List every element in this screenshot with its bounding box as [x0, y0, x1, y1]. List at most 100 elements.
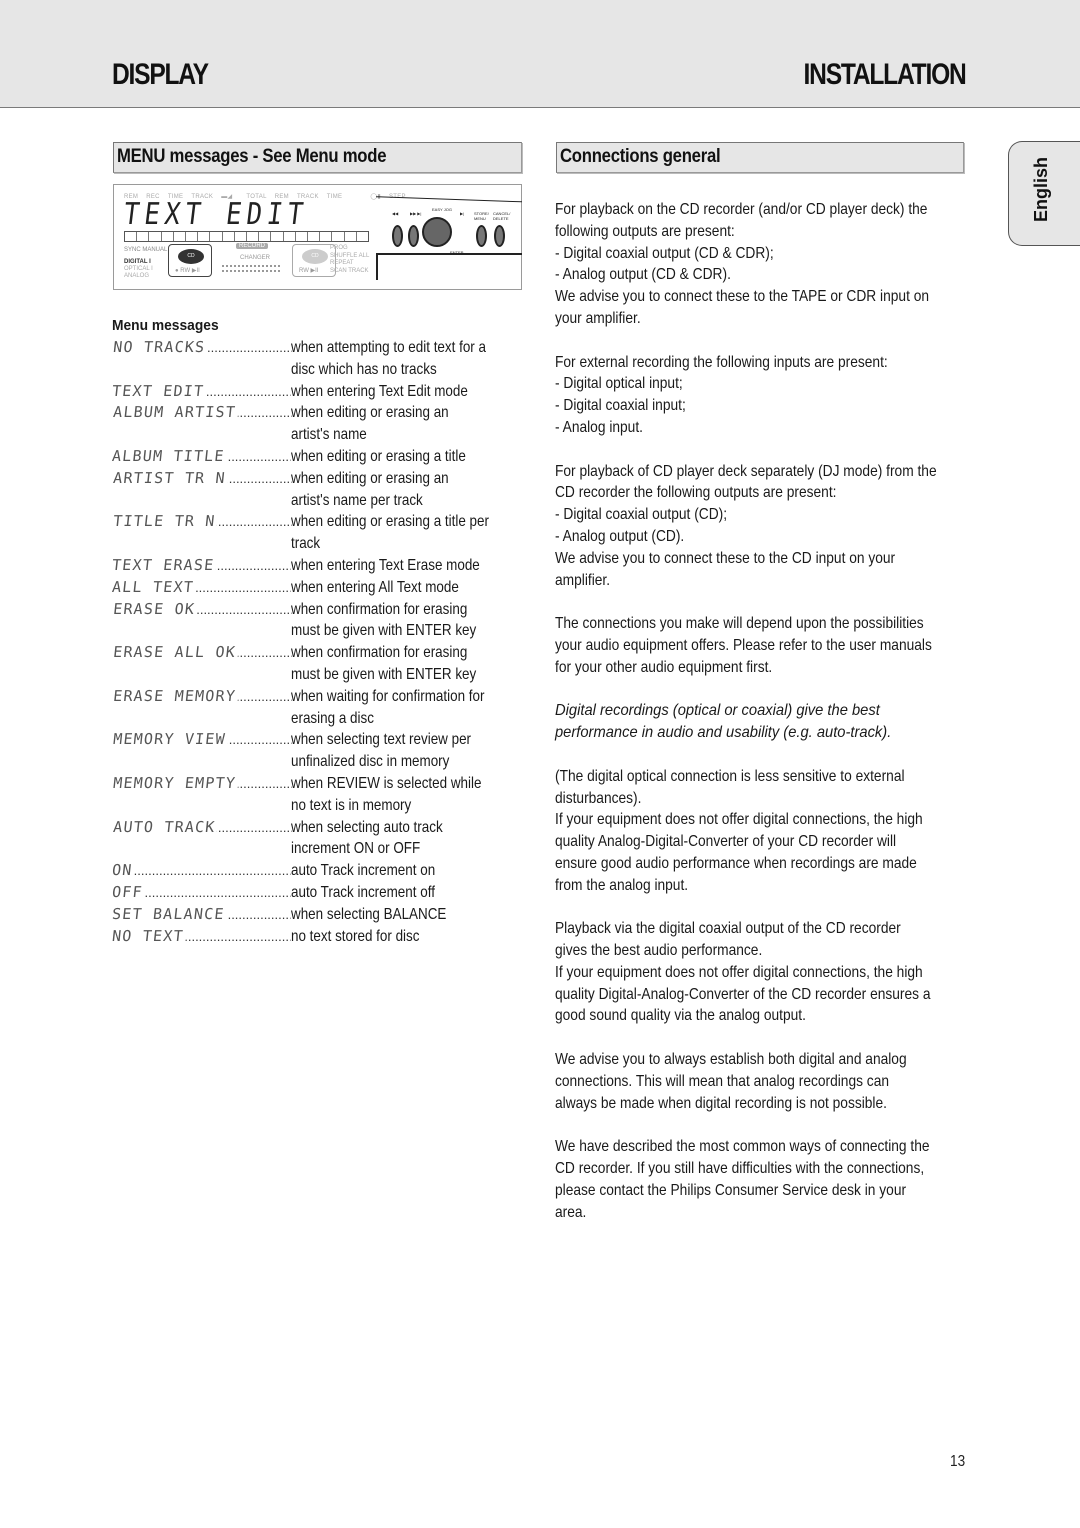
message-code-text: NO TEXT	[111, 926, 187, 945]
section-heading-text: Connections general	[560, 146, 721, 167]
menu-messages-subheading: Menu messages	[112, 317, 219, 334]
text-line: For playback on the CD recorder (and/or …	[555, 201, 928, 218]
menu-message-row: MEMORY VIEW when selecting text review pe…	[112, 729, 527, 773]
message-code-text: ERASE ALL OK	[112, 643, 239, 662]
text-line: please contact the Philips Consumer Serv…	[555, 1181, 907, 1199]
message-code-text: ALBUM ARTIST	[112, 403, 239, 422]
text-line: CD recorder. If you still have difficult…	[555, 1160, 925, 1178]
menu-message-row: TEXT ERASE when entering Text Erase mode	[111, 555, 527, 577]
message-description: when selecting auto track increment ON o…	[291, 818, 443, 858]
menu-message-row: AUTO TRACK when selecting auto track incr…	[112, 817, 527, 861]
text-line: disturbances).	[555, 789, 642, 807]
message-code-text: OFF	[111, 882, 146, 901]
page-number: 13	[950, 1453, 966, 1470]
store-menu-knob	[476, 225, 487, 247]
text-line: Digital recordings (optical or coaxial) …	[555, 702, 880, 720]
text-line: - Analog input.	[555, 418, 643, 436]
body-paragraph: For playback on the CD recorder (and/or …	[555, 199, 967, 330]
menu-message-row: ERASE ALL OK when confirmation for erasin…	[112, 642, 527, 686]
message-description: when entering All Text mode	[291, 578, 459, 596]
menu-message-row: TITLE TR N when editing or erasing a titl…	[112, 511, 527, 555]
menu-message-row: ARTIST TR N when editing or erasing an ar…	[112, 468, 527, 512]
message-description: when waiting for confirmation for erasin…	[291, 687, 485, 727]
input-selector-labels: DIGITAL I OPTICAL I ANALOG	[124, 259, 153, 280]
mode-label: SHUFFLE ALL	[330, 252, 370, 259]
sync-manual-label: SYNC MANUAL	[124, 247, 168, 253]
panel-label: ▶|	[460, 211, 465, 216]
text-line: - Digital coaxial input;	[555, 397, 686, 415]
section-heading-connections: Connections general	[556, 142, 964, 173]
text-line: CD recorder the following outputs are pr…	[555, 484, 837, 502]
text-line: For external recording the following inp…	[555, 353, 888, 371]
panel-label: ▶▶ ▶|	[410, 211, 422, 216]
emphasis-paragraph: Digital recordings (optical or coaxial) …	[555, 700, 967, 744]
text-line: We advise you to connect these to the CD…	[555, 549, 896, 567]
message-code-text: SET BALANCE	[111, 904, 228, 923]
indicator-label: TIME	[326, 194, 343, 200]
message-code: OFF	[111, 882, 292, 904]
message-code: ERASE OK	[110, 599, 294, 643]
text-line: quality Digital-Analog-Converter of the …	[555, 985, 931, 1003]
text-line: always be made when digital recording is…	[555, 1094, 887, 1112]
menu-message-row: OFF auto Track increment off	[111, 882, 527, 904]
body-paragraph: For external recording the following inp…	[555, 352, 967, 439]
message-description: when selecting BALANCE	[291, 905, 447, 923]
text-line: quality Analog-Digital-Converter of your…	[555, 833, 897, 851]
message-code: TEXT EDIT	[111, 381, 292, 403]
text-line: performance in audio and usability (e.g.…	[555, 724, 892, 742]
menu-message-row: NO TEXT no text stored for disc	[111, 926, 527, 948]
body-paragraph: (The digital optical connection is less …	[555, 766, 967, 897]
text-line: following outputs are present:	[555, 222, 735, 240]
menu-message-row: NO TRACKS when attempting to edit text fo…	[112, 337, 527, 381]
deck-controls-label: ● RW ▶II	[175, 268, 200, 274]
message-description: when editing or erasing a title per trac…	[291, 513, 489, 553]
message-description: when selecting text review per unfinaliz…	[291, 731, 472, 771]
deck-controls-label: RW ▶II	[299, 268, 319, 274]
text-line: area.	[555, 1203, 587, 1221]
message-code: ARTIST TR N	[110, 468, 294, 512]
message-code: TITLE TR N	[110, 511, 294, 555]
section-heading-text: MENU messages - See Menu mode	[117, 146, 387, 167]
message-code: TEXT ERASE	[111, 555, 292, 577]
menu-message-row: SET BALANCE when selecting BALANCE	[111, 904, 527, 926]
header-left-title: DISPLAY	[112, 58, 209, 91]
connections-text: For playback on the CD recorder (and/or …	[555, 199, 967, 1245]
menu-message-row: ERASE MEMORY when waiting for confirmatio…	[112, 686, 527, 730]
text-line: from the analog input.	[555, 876, 689, 894]
mode-label: REPEAT	[330, 260, 354, 266]
message-code: AUTO TRACK	[110, 817, 294, 861]
mode-label: SCAN TRACK	[330, 267, 369, 274]
input-label: OPTICAL I	[124, 266, 153, 272]
message-description: when confirmation for erasing must be gi…	[291, 644, 477, 683]
text-line: - Digital coaxial output (CD);	[555, 506, 728, 524]
message-code-text: TITLE TR N	[112, 512, 219, 531]
text-line: amplifier.	[555, 571, 611, 589]
message-code-text: ARTIST TR N	[112, 468, 229, 487]
message-code-text: TEXT EDIT	[111, 381, 208, 400]
text-line: (The digital optical connection is less …	[555, 767, 905, 785]
header-right-title: INSTALLATION	[804, 58, 967, 91]
level-meter	[222, 265, 280, 272]
cdr-deck-indicator: CD ● RW ▶II	[168, 244, 212, 277]
display-illustration: REMRECTIMETRACK▬◢TOTALREMTRACKTIME◯▮STEP…	[113, 184, 522, 290]
front-panel-drawing: ◀◀ ▶▶ ▶| EASY JOG ▶| STORE/ MENU CANCEL/…	[376, 195, 522, 280]
panel-label: CANCEL/ DELETE	[493, 211, 511, 221]
menu-message-row: ERASE OK when confirmation for erasing mu…	[112, 599, 527, 643]
body-paragraph: Playback via the digital coaxial output …	[555, 918, 967, 1027]
message-description: when REVIEW is selected while no text is…	[291, 774, 482, 814]
message-code: ERASE MEMORY	[110, 686, 294, 730]
text-line: ensure good audio performance when recor…	[555, 854, 917, 872]
menu-message-row: ALBUM ARTIST when editing or erasing an a…	[112, 402, 527, 446]
message-description: no text stored for disc	[291, 927, 420, 945]
menu-message-row: MEMORY EMPTY when REVIEW is selected whil…	[112, 773, 527, 817]
message-code: MEMORY EMPTY	[110, 773, 294, 817]
message-description: auto Track increment off	[291, 883, 435, 901]
segment-track-bar	[124, 231, 369, 242]
section-heading-menu-messages: MENU messages - See Menu mode	[113, 142, 522, 173]
text-line: your amplifier.	[555, 309, 641, 327]
text-line: - Analog output (CD & CDR).	[555, 266, 731, 284]
message-code: ERASE ALL OK	[110, 642, 294, 686]
message-code: MEMORY VIEW	[110, 729, 294, 773]
text-line: If your equipment does not offer digital…	[555, 963, 923, 981]
message-code-text: AUTO TRACK	[112, 817, 219, 836]
